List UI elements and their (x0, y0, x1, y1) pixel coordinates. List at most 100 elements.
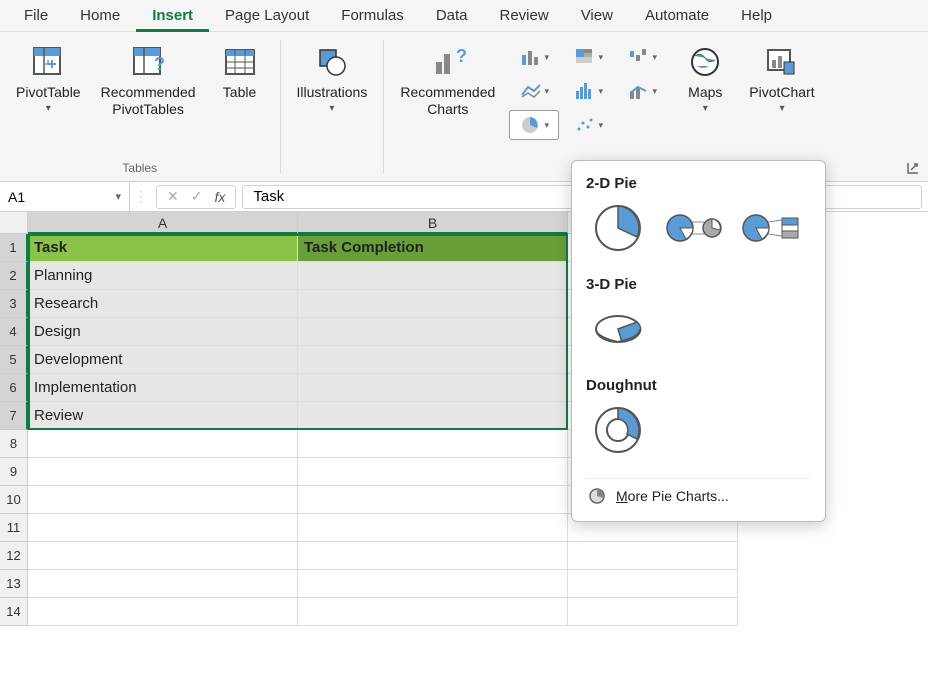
pie-of-pie-option[interactable] (662, 202, 726, 254)
pie-3d-option[interactable] (586, 303, 650, 355)
recommended-charts-icon: ? (428, 42, 468, 82)
tab-file[interactable]: File (8, 0, 64, 32)
fx-icon[interactable]: fx (210, 189, 229, 205)
tab-home[interactable]: Home (64, 0, 136, 32)
cell[interactable] (28, 570, 298, 598)
statistic-chart-button[interactable]: ▾ (563, 76, 613, 106)
col-header-a[interactable]: A (28, 212, 298, 234)
tab-page-layout[interactable]: Page Layout (209, 0, 325, 32)
pie-2d-option[interactable] (586, 202, 650, 254)
table-button[interactable]: Table (210, 38, 270, 105)
recommended-pivottables-button[interactable]: ? Recommended PivotTables (95, 38, 202, 122)
name-box[interactable]: ▾ (0, 182, 130, 211)
maps-label: Maps (688, 84, 722, 101)
cell-b1[interactable]: Task Completion (298, 234, 568, 262)
col-header-b[interactable]: B (298, 212, 568, 234)
illustrations-button[interactable]: Illustrations ▾ (291, 38, 374, 118)
cell-a2[interactable]: Planning (28, 262, 298, 290)
row-header[interactable]: 1 (0, 234, 28, 262)
row-header[interactable]: 9 (0, 458, 28, 486)
more-pie-charts-button[interactable]: More Pie Charts... (586, 478, 811, 513)
row-header[interactable]: 10 (0, 486, 28, 514)
row-header[interactable]: 5 (0, 346, 28, 374)
doughnut-option[interactable] (586, 404, 650, 456)
ribbon-launcher-icon[interactable] (906, 161, 920, 175)
cell[interactable] (298, 598, 568, 626)
pivotchart-button[interactable]: PivotChart ▾ (743, 38, 820, 118)
illustrations-label: Illustrations (297, 84, 368, 101)
row-header[interactable]: 8 (0, 430, 28, 458)
cell[interactable] (568, 598, 738, 626)
row-header[interactable]: 6 (0, 374, 28, 402)
row-header[interactable]: 4 (0, 318, 28, 346)
cell-b6[interactable] (298, 374, 568, 402)
cell-a1[interactable]: Task (28, 234, 298, 262)
bar-of-pie-option[interactable] (738, 202, 802, 254)
pie-chart-dropdown: 2-D Pie 3-D Pie Doughnut More Pie Charts… (571, 160, 826, 522)
chart-type-grid: ▾ ▾ ▾ ▾ ▾ ▾ ▾ ▾ (509, 38, 667, 140)
more-pie-charts-label: More Pie Charts... (616, 488, 729, 504)
row-header[interactable]: 3 (0, 290, 28, 318)
cancel-icon[interactable]: ✕ (163, 188, 183, 205)
table-icon (220, 42, 260, 82)
recommended-pivottables-label: Recommended PivotTables (101, 84, 196, 118)
column-chart-button[interactable]: ▾ (509, 42, 559, 72)
chevron-down-icon: ▾ (779, 103, 784, 114)
tab-data[interactable]: Data (420, 0, 484, 32)
row-header[interactable]: 14 (0, 598, 28, 626)
cell-a3[interactable]: Research (28, 290, 298, 318)
maps-button[interactable]: Maps ▾ (675, 38, 735, 118)
cell-b4[interactable] (298, 318, 568, 346)
tab-review[interactable]: Review (484, 0, 565, 32)
row-header[interactable]: 11 (0, 514, 28, 542)
cell-a7[interactable]: Review (28, 402, 298, 430)
cell[interactable] (28, 542, 298, 570)
cell[interactable] (28, 514, 298, 542)
select-all-corner[interactable] (0, 212, 28, 234)
cell[interactable] (28, 458, 298, 486)
cell[interactable] (568, 570, 738, 598)
cell[interactable] (298, 570, 568, 598)
chevron-down-icon: ▾ (46, 103, 51, 114)
name-box-input[interactable] (8, 189, 98, 205)
cell[interactable] (298, 458, 568, 486)
cell[interactable] (298, 514, 568, 542)
table-label: Table (223, 84, 256, 101)
waterfall-chart-button[interactable]: ▾ (617, 42, 667, 72)
cell-a4[interactable]: Design (28, 318, 298, 346)
tab-view[interactable]: View (565, 0, 629, 32)
recommended-charts-label: Recommended Charts (400, 84, 495, 118)
tab-automate[interactable]: Automate (629, 0, 725, 32)
cell-b5[interactable] (298, 346, 568, 374)
cell[interactable] (568, 542, 738, 570)
svg-text:?: ? (456, 46, 466, 66)
tab-formulas[interactable]: Formulas (325, 0, 420, 32)
cell-b2[interactable] (298, 262, 568, 290)
line-chart-button[interactable]: ▾ (509, 76, 559, 106)
chevron-down-icon[interactable]: ▾ (115, 190, 121, 203)
pivottable-button[interactable]: PivotTable ▾ (10, 38, 87, 118)
cell-a6[interactable]: Implementation (28, 374, 298, 402)
cell[interactable] (298, 430, 568, 458)
row-header[interactable]: 12 (0, 542, 28, 570)
scatter-chart-button[interactable]: ▾ (563, 110, 613, 140)
chart-spacer (617, 110, 667, 140)
row-header[interactable]: 2 (0, 262, 28, 290)
cell-a5[interactable]: Development (28, 346, 298, 374)
row-header[interactable]: 13 (0, 570, 28, 598)
tab-insert[interactable]: Insert (136, 0, 209, 32)
combo-chart-button[interactable]: ▾ (617, 76, 667, 106)
cell-b7[interactable] (298, 402, 568, 430)
tab-help[interactable]: Help (725, 0, 788, 32)
cell[interactable] (28, 486, 298, 514)
cell[interactable] (298, 542, 568, 570)
row-header[interactable]: 7 (0, 402, 28, 430)
cell[interactable] (298, 486, 568, 514)
enter-icon[interactable]: ✓ (187, 188, 207, 205)
hierarchy-chart-button[interactable]: ▾ (563, 42, 613, 72)
pie-chart-button[interactable]: ▾ (509, 110, 559, 140)
recommended-charts-button[interactable]: ? Recommended Charts (394, 38, 501, 122)
cell[interactable] (28, 598, 298, 626)
cell[interactable] (28, 430, 298, 458)
cell-b3[interactable] (298, 290, 568, 318)
